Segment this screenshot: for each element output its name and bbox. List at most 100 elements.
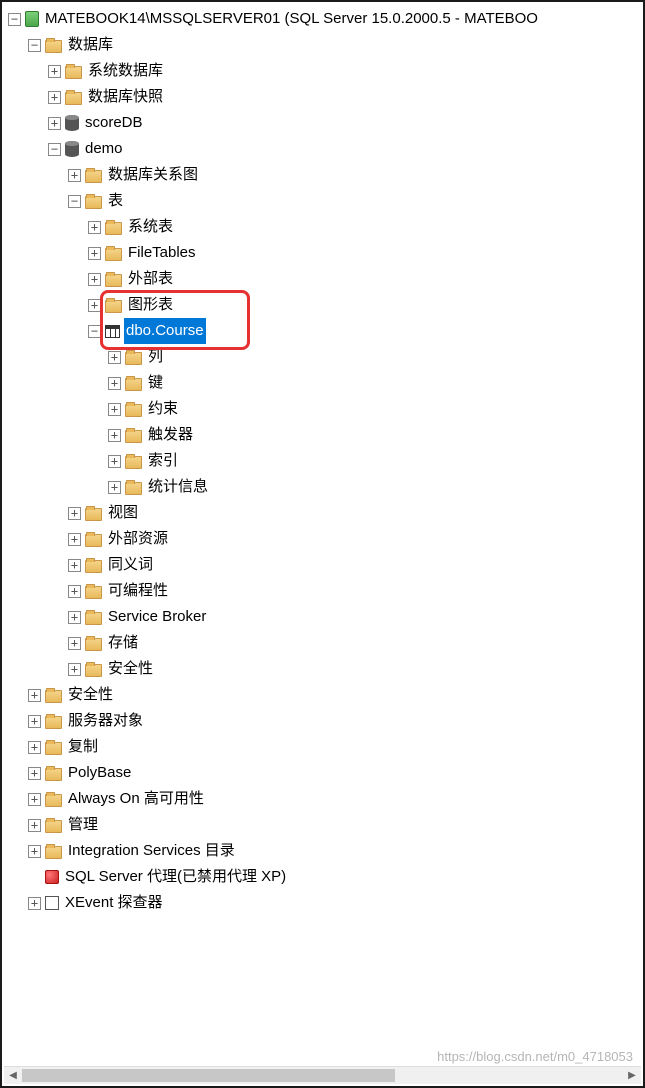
folder-icon <box>85 170 102 183</box>
statistics-node[interactable]: + 统计信息 <box>6 474 643 500</box>
dbo-course-label: dbo.Course <box>124 318 206 344</box>
views-node[interactable]: + 视图 <box>6 500 643 526</box>
collapse-icon[interactable]: − <box>88 325 101 338</box>
expand-icon[interactable]: + <box>68 559 81 572</box>
storage-node[interactable]: + 存储 <box>6 630 643 656</box>
sql-agent-node[interactable]: SQL Server 代理(已禁用代理 XP) <box>6 864 643 890</box>
system-tables-node[interactable]: + 系统表 <box>6 214 643 240</box>
columns-node[interactable]: + 列 <box>6 344 643 370</box>
management-node[interactable]: + 管理 <box>6 812 643 838</box>
scroll-left-arrow-icon[interactable]: ◀ <box>4 1067 22 1085</box>
expand-icon[interactable]: + <box>48 91 61 104</box>
expand-icon[interactable]: + <box>28 767 41 780</box>
system-databases-node[interactable]: + 系统数据库 <box>6 58 643 84</box>
expand-icon[interactable]: + <box>88 273 101 286</box>
collapse-icon[interactable]: − <box>8 13 21 26</box>
scoredb-node[interactable]: + scoreDB <box>6 110 643 136</box>
db-diagram-node[interactable]: + 数据库关系图 <box>6 162 643 188</box>
service-broker-node[interactable]: + Service Broker <box>6 604 643 630</box>
expand-icon[interactable]: + <box>28 741 41 754</box>
database-icon <box>65 115 79 131</box>
expand-icon[interactable]: + <box>108 403 121 416</box>
external-tables-node[interactable]: + 外部表 <box>6 266 643 292</box>
database-icon <box>65 141 79 157</box>
constraints-node[interactable]: + 约束 <box>6 396 643 422</box>
always-on-node[interactable]: + Always On 高可用性 <box>6 786 643 812</box>
expand-icon[interactable]: + <box>28 793 41 806</box>
expand-icon[interactable]: + <box>68 507 81 520</box>
collapse-icon[interactable]: − <box>28 39 41 52</box>
programmability-node[interactable]: + 可编程性 <box>6 578 643 604</box>
expand-icon[interactable]: + <box>108 429 121 442</box>
expand-icon[interactable]: + <box>108 481 121 494</box>
expand-icon[interactable]: + <box>68 585 81 598</box>
folder-icon <box>85 196 102 209</box>
demo-security-node[interactable]: + 安全性 <box>6 656 643 682</box>
keys-node[interactable]: + 键 <box>6 370 643 396</box>
dbo-course-node[interactable]: − dbo.Course <box>6 318 643 344</box>
xevent-icon <box>45 896 59 910</box>
scrollbar-thumb[interactable] <box>22 1069 395 1082</box>
indexes-node[interactable]: + 索引 <box>6 448 643 474</box>
server-node[interactable]: − MATEBOOK14\MSSQLSERVER01 (SQL Server 1… <box>6 6 643 32</box>
server-label: MATEBOOK14\MSSQLSERVER01 (SQL Server 15.… <box>43 6 540 32</box>
scroll-right-arrow-icon[interactable]: ▶ <box>623 1067 641 1085</box>
polybase-node[interactable]: + PolyBase <box>6 760 643 786</box>
folder-icon <box>125 430 142 443</box>
expand-icon[interactable]: + <box>28 845 41 858</box>
collapse-icon[interactable]: − <box>68 195 81 208</box>
folder-icon <box>105 222 122 235</box>
expand-icon[interactable]: + <box>88 221 101 234</box>
folder-icon <box>45 742 62 755</box>
table-icon <box>105 325 120 338</box>
expand-icon[interactable]: + <box>108 455 121 468</box>
xevent-node[interactable]: + XEvent 探查器 <box>6 890 643 916</box>
graph-tables-node[interactable]: + 图形表 <box>6 292 643 318</box>
folder-icon <box>125 352 142 365</box>
external-resources-node[interactable]: + 外部资源 <box>6 526 643 552</box>
folder-icon <box>45 768 62 781</box>
expand-icon[interactable]: + <box>88 247 101 260</box>
expand-icon[interactable]: + <box>28 819 41 832</box>
folder-icon <box>65 66 82 79</box>
expand-icon[interactable]: + <box>68 637 81 650</box>
expand-icon[interactable]: + <box>68 663 81 676</box>
security-node[interactable]: + 安全性 <box>6 682 643 708</box>
scrollbar-track[interactable] <box>22 1067 623 1084</box>
expand-icon[interactable]: + <box>28 715 41 728</box>
expand-icon[interactable]: + <box>88 299 101 312</box>
expand-icon[interactable]: + <box>68 533 81 546</box>
horizontal-scrollbar[interactable]: ◀ ▶ <box>4 1066 641 1084</box>
server-icon <box>25 11 39 27</box>
databases-label: 数据库 <box>66 32 115 58</box>
folder-icon <box>105 248 122 261</box>
triggers-node[interactable]: + 触发器 <box>6 422 643 448</box>
folder-icon <box>85 534 102 547</box>
collapse-icon[interactable]: − <box>48 143 61 156</box>
expand-icon[interactable]: + <box>68 169 81 182</box>
expand-icon[interactable]: + <box>108 377 121 390</box>
object-explorer-tree[interactable]: − MATEBOOK14\MSSQLSERVER01 (SQL Server 1… <box>2 2 643 1064</box>
filetables-node[interactable]: + FileTables <box>6 240 643 266</box>
demo-db-node[interactable]: − demo <box>6 136 643 162</box>
replication-node[interactable]: + 复制 <box>6 734 643 760</box>
expand-icon[interactable]: + <box>48 65 61 78</box>
folder-icon <box>65 92 82 105</box>
agent-disabled-icon <box>45 870 59 884</box>
folder-icon <box>125 456 142 469</box>
db-snapshot-node[interactable]: + 数据库快照 <box>6 84 643 110</box>
expand-icon[interactable]: + <box>28 897 41 910</box>
expand-icon[interactable]: + <box>28 689 41 702</box>
tables-node[interactable]: − 表 <box>6 188 643 214</box>
expand-icon[interactable]: + <box>108 351 121 364</box>
integration-services-node[interactable]: + Integration Services 目录 <box>6 838 643 864</box>
folder-icon <box>45 40 62 53</box>
folder-icon <box>125 482 142 495</box>
folder-icon <box>85 560 102 573</box>
expand-icon[interactable]: + <box>48 117 61 130</box>
expand-icon[interactable]: + <box>68 611 81 624</box>
server-objects-node[interactable]: + 服务器对象 <box>6 708 643 734</box>
databases-node[interactable]: − 数据库 <box>6 32 643 58</box>
folder-icon <box>85 586 102 599</box>
synonyms-node[interactable]: + 同义词 <box>6 552 643 578</box>
